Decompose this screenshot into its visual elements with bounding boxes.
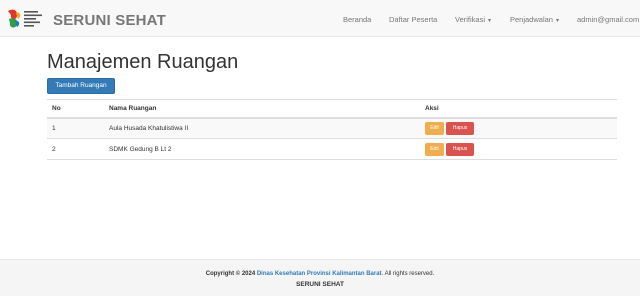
nav-daftar-peserta[interactable]: Daftar Peserta	[389, 15, 437, 24]
table-row: 1 Aula Husada Khatulistiwa II Edit Hapus	[47, 117, 617, 139]
rooms-table: No Nama Ruangan Aksi 1 Aula Husada Khatu…	[47, 99, 617, 160]
footer-copyright: Copyright © 2024 Dinas Kesehatan Provins…	[0, 271, 640, 277]
header-actions: Aksi	[420, 99, 617, 119]
nav-user-menu[interactable]: admin@gmail.com	[577, 15, 639, 24]
nav-user-email: admin@gmail.com	[577, 15, 640, 24]
rights-text: . All rights reserved.	[381, 271, 435, 277]
navbar: SERUNI SEHAT Beranda Daftar Peserta Veri…	[0, 0, 640, 37]
delete-button[interactable]: Hapus	[446, 121, 474, 135]
row-number: 2	[47, 138, 104, 160]
nav-beranda[interactable]: Beranda	[343, 15, 371, 24]
caret-down-icon: ▾	[488, 18, 492, 24]
footer: Copyright © 2024 Dinas Kesehatan Provins…	[0, 259, 640, 296]
row-actions: Edit Hapus	[420, 138, 617, 160]
row-number: 1	[47, 117, 104, 139]
row-actions: Edit Hapus	[420, 117, 617, 139]
header-room-name: Nama Ruangan	[104, 99, 420, 119]
nav-penjadwalan-label: Penjadwalan	[510, 15, 553, 24]
page-title: Manajemen Ruangan	[47, 51, 239, 73]
caret-down-icon: ▾	[555, 18, 559, 24]
edit-button[interactable]: Edit	[425, 121, 444, 135]
edit-button[interactable]: Edit	[425, 142, 444, 156]
seruni-logo-icon[interactable]	[5, 7, 49, 31]
add-room-button[interactable]: Tambah Ruangan	[47, 78, 115, 94]
room-name: Aula Husada Khatulistiwa II	[104, 117, 420, 139]
nav-verifikasi-label: Verifikasi	[455, 15, 486, 24]
table-header-row: No Nama Ruangan Aksi	[47, 99, 617, 119]
room-name: SDMK Gedung B Lt 2	[104, 138, 420, 160]
brand-name[interactable]: SERUNI SEHAT	[53, 12, 166, 29]
table-row: 2 SDMK Gedung B Lt 2 Edit Hapus	[47, 138, 617, 160]
nav-verifikasi[interactable]: Verifikasi ▾	[455, 15, 491, 24]
copyright-prefix: Copyright © 2024	[205, 271, 256, 277]
header-no: No	[47, 99, 104, 119]
footer-app-name: SERUNI SEHAT	[296, 281, 344, 288]
nav-penjadwalan[interactable]: Penjadwalan ▾	[510, 15, 559, 24]
delete-button[interactable]: Hapus	[446, 142, 474, 156]
org-link[interactable]: Dinas Kesehatan Provinsi Kalimantan Bara…	[257, 271, 382, 277]
